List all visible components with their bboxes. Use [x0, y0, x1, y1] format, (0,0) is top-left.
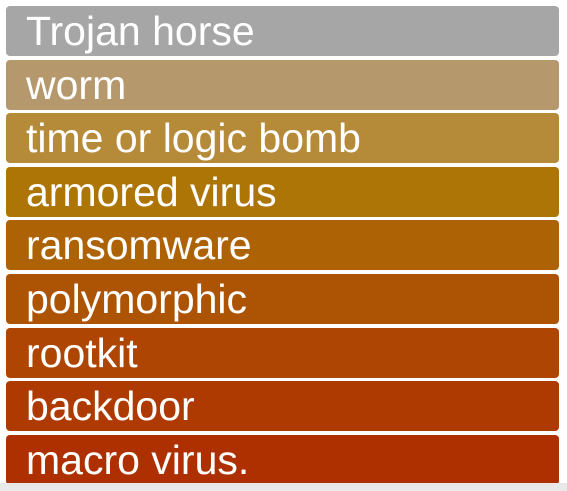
list-item-label: rootkit	[26, 329, 138, 376]
list-item-label: polymorphic	[26, 275, 248, 322]
malware-type-list: Trojan horse worm time or logic bomb arm…	[6, 6, 559, 488]
list-item-label: ransomware	[26, 222, 252, 269]
list-item-label: time or logic bomb	[26, 115, 361, 162]
list-item-label: armored virus	[26, 168, 277, 215]
list-item-armored-virus: armored virus	[6, 166, 559, 217]
list-item-polymorphic: polymorphic	[6, 273, 559, 324]
list-item-worm: worm	[6, 59, 559, 110]
list-item-backdoor: backdoor	[6, 381, 559, 432]
list-item-label: backdoor	[26, 383, 195, 430]
list-item-ransomware: ransomware	[6, 220, 559, 271]
list-item-macro-virus: macro virus.	[6, 434, 559, 485]
list-item-trojan-horse: Trojan horse	[6, 6, 559, 56]
list-item-label: macro virus.	[26, 436, 250, 483]
list-item-rootkit: rootkit	[6, 327, 559, 378]
list-item-time-or-logic-bomb: time or logic bomb	[6, 113, 559, 164]
bottom-divider	[0, 483, 567, 491]
list-item-label: worm	[26, 61, 127, 108]
list-item-label: Trojan horse	[26, 8, 255, 54]
